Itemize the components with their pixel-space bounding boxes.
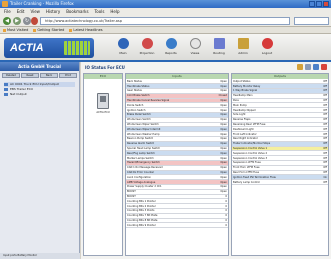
ecu-device-icon[interactable]	[97, 93, 109, 109]
inputs-panel: Inputs Back Status Open Handbrake Status Op…	[125, 73, 229, 256]
device-panel: ECU ACTIA ECU	[83, 73, 123, 256]
menu-view[interactable]: View	[30, 8, 40, 15]
minimize-button[interactable]	[309, 1, 315, 7]
menu-help[interactable]: Help	[110, 8, 119, 15]
signal-name: Battery Lamp Control	[232, 179, 314, 186]
help-icon[interactable]	[321, 64, 327, 70]
toolbar-logout[interactable]: Logout	[256, 38, 278, 55]
close-button[interactable]	[323, 1, 329, 7]
outputs-panel: Outputs Output Status Off Battery Monitor …	[231, 73, 329, 256]
reload-icon[interactable]: ↻	[23, 17, 31, 25]
routing-icon	[213, 38, 225, 49]
export-icon[interactable]	[305, 64, 311, 70]
menu-edit[interactable]: Edit	[17, 8, 25, 15]
table-row[interactable]: Counting Bits 9 Pointer 0	[126, 222, 228, 229]
bookmarks-bar: Most Visited Getting Started Latest Head…	[0, 27, 331, 34]
toolbar-label: Reports	[165, 51, 177, 55]
toolbar-routing[interactable]: Routing	[208, 38, 230, 55]
print-icon[interactable]	[297, 64, 303, 70]
toolbar-label: Views	[190, 51, 200, 55]
toolbar-label: Routing	[213, 51, 225, 55]
address-bar[interactable]: http://www.actiatechnology.co.uk/Trailer…	[40, 17, 290, 25]
home-icon	[117, 38, 129, 49]
logout-icon	[261, 38, 273, 49]
window-title: Trailer Cranking - Mozilla Firefox	[10, 1, 74, 6]
rss-icon	[69, 28, 73, 32]
main-content: IO Status For ECU ECU ACTIA ECU Inputs B…	[81, 62, 331, 259]
bookmark-icon	[3, 28, 6, 32]
toolbar-admin[interactable]: Admin	[232, 38, 254, 55]
app-header: ACTIA Main Projection Reports Views Rout…	[0, 34, 331, 62]
menu-bar: File Edit View History Bookmarks Tools H…	[0, 8, 331, 15]
menu-tools[interactable]: Tools	[95, 8, 105, 15]
maximize-button[interactable]	[316, 1, 322, 7]
toolbar-label: Main	[119, 51, 127, 55]
signal-value: 0	[214, 222, 228, 229]
tree-item-net-output[interactable]: Net Output	[4, 92, 75, 97]
device-label: ACTIA ECU	[96, 111, 110, 114]
window-controls	[309, 1, 329, 7]
sidebar-reset-button[interactable]: Reset	[21, 73, 39, 78]
menu-file[interactable]: File	[4, 8, 11, 15]
views-icon	[189, 38, 201, 49]
sidebar-footer: Input ports Battery Monitor	[0, 253, 80, 259]
toolbar-reports[interactable]: Reports	[160, 38, 182, 55]
refresh-icon[interactable]	[313, 64, 319, 70]
page-title: IO Status For ECU	[85, 64, 125, 70]
search-input[interactable]	[294, 17, 329, 25]
menu-bookmarks[interactable]: Bookmarks	[66, 8, 88, 15]
navigation-toolbar: ◀ ▶ ↻ http://www.actiatechnology.co.uk/T…	[0, 15, 331, 27]
sidebar-back-button[interactable]: Back	[40, 73, 58, 78]
sidebar: Actia GmbH Trucial Deleted Reset Back Pr…	[0, 62, 80, 259]
content-actions	[297, 64, 327, 70]
signal-name: Counting Bits 9 Pointer	[126, 222, 214, 229]
outputs-table: Output Status Off Battery Monitor Relay Off…	[232, 79, 328, 186]
inputs-table: Back Status Open Handbrake Status Open Gear …	[126, 79, 228, 229]
menu-history[interactable]: History	[46, 8, 60, 15]
forward-arrow-icon[interactable]: ▶	[13, 17, 21, 25]
toolbar-label: Logout	[261, 51, 273, 55]
toolbar-main[interactable]: Main	[112, 38, 134, 55]
bookmark-most-visited[interactable]: Most Visited	[3, 27, 28, 33]
toolbar-projection[interactable]: Projection	[136, 38, 158, 55]
address-url: http://www.actiatechnology.co.uk/Trailer…	[45, 19, 122, 23]
ecu-tree: AC 0001 Truck ECU Input/Output EBS Trail…	[0, 80, 79, 99]
sidebar-deleted-button[interactable]: Deleted	[2, 73, 20, 78]
admin-tools-icon	[237, 38, 249, 49]
bookmark-label: Latest Headlines	[73, 27, 103, 32]
toolbar-views[interactable]: Views	[184, 38, 206, 55]
window-titlebar: Trailer Cranking - Mozilla Firefox	[0, 0, 331, 8]
reports-icon	[165, 38, 177, 49]
toolbar-label: Admin	[238, 51, 248, 55]
content-header: IO Status For ECU	[81, 62, 331, 72]
toolbar-label: Projection	[139, 51, 155, 55]
table-row[interactable]: Battery Lamp Control Off	[232, 179, 328, 186]
back-arrow-icon[interactable]: ◀	[3, 17, 11, 25]
bookmark-label: Most Visited	[7, 27, 29, 32]
sidebar-title: Actia GmbH Trucial	[0, 62, 79, 71]
sidebar-print-button[interactable]: Print	[59, 73, 77, 78]
stop-icon[interactable]	[31, 17, 38, 25]
bookmark-latest-headlines[interactable]: Latest Headlines	[69, 27, 103, 33]
signal-value: Off	[314, 179, 328, 186]
logo-text: ACTIA	[10, 42, 44, 54]
bookmark-icon	[33, 28, 37, 32]
actia-logo: ACTIA	[4, 38, 94, 58]
device-column-header: ECU	[84, 74, 122, 79]
sidebar-toolbar: Deleted Reset Back Print	[0, 71, 79, 80]
logo-grid-graphic	[64, 41, 90, 55]
firefox-icon	[2, 1, 8, 7]
bookmark-label: Getting Started	[37, 27, 65, 32]
projection-icon	[141, 38, 153, 49]
bookmark-getting-started[interactable]: Getting Started	[33, 27, 64, 33]
